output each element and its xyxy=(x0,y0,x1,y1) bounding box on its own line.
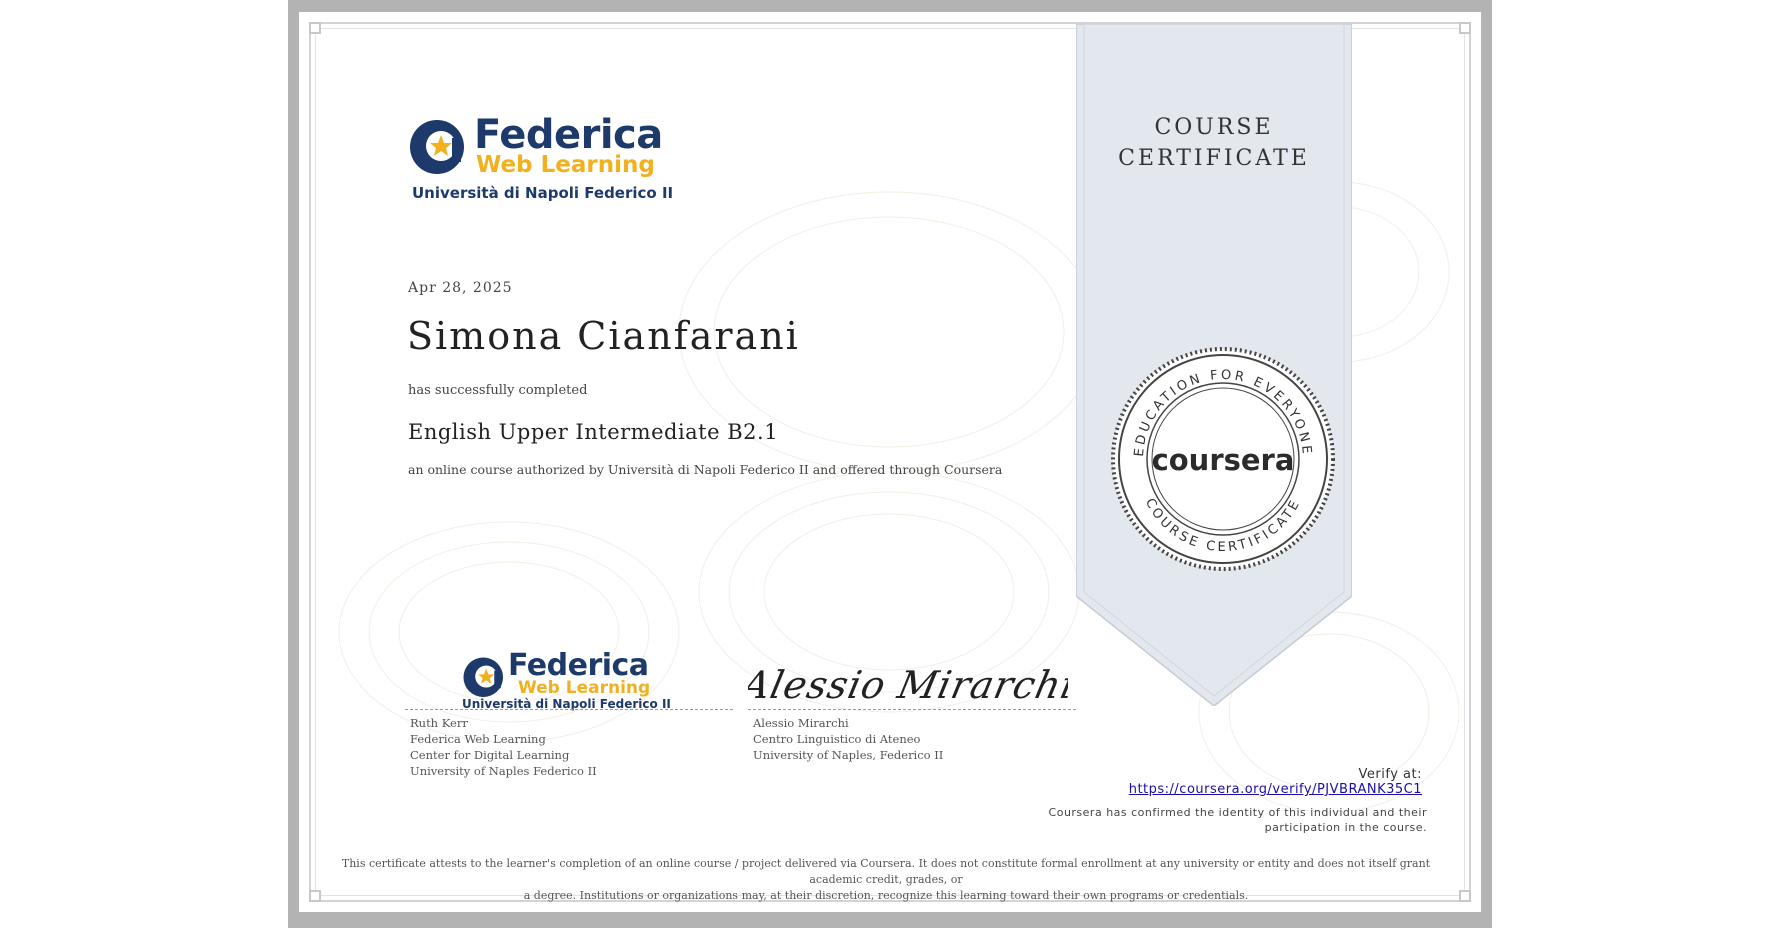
signature-line-2 xyxy=(748,709,1076,710)
corner-ornament xyxy=(309,22,321,34)
corner-ornament xyxy=(309,890,321,902)
signatory-1-line2: Federica Web Learning xyxy=(410,732,546,746)
verify-label: Verify at: xyxy=(1358,767,1422,782)
ribbon-title-line1: COURSE xyxy=(1154,115,1274,140)
disclaimer-line2: a degree. Institutions or organizations … xyxy=(523,889,1249,902)
signatory-1-name: Ruth Kerr xyxy=(410,716,468,730)
course-title: English Upper Intermediate B2.1 xyxy=(408,420,779,444)
confirm-line2: participation in the course. xyxy=(1264,821,1427,834)
coursera-seal: EDUCATION FOR EVERYONE COURSE CERTIFICAT… xyxy=(1111,347,1335,571)
completed-text: has successfully completed xyxy=(408,383,588,398)
federica-sub-brand: Web Learning xyxy=(476,152,655,178)
federica-at-icon xyxy=(410,120,464,174)
signatory-1: Ruth Kerr Federica Web Learning Center f… xyxy=(410,715,597,779)
corner-ornament xyxy=(1459,890,1471,902)
federica-at-icon xyxy=(463,657,504,698)
issue-date: Apr 28, 2025 xyxy=(408,280,513,296)
signatory-1-line3: Center for Digital Learning xyxy=(410,748,570,762)
signatory-2: Alessio Mirarchi Centro Linguistico di A… xyxy=(753,715,943,763)
signature-alessio-mirarchi: Alessio Mirarchi xyxy=(748,663,1068,708)
verify-link[interactable]: https://coursera.org/verify/PJVBRANK35C1 xyxy=(1129,782,1422,797)
disclaimer: This certificate attests to the learner'… xyxy=(330,856,1442,904)
signatory-2-line3: University of Naples, Federico II xyxy=(753,748,944,762)
seal-brand: coursera xyxy=(1152,443,1295,477)
signatory-2-name: Alessio Mirarchi xyxy=(753,716,849,730)
federica-sub-brand-small: Web Learning xyxy=(518,678,651,698)
signature-line-1 xyxy=(405,709,733,710)
ribbon-title: COURSE CERTIFICATE xyxy=(1076,112,1352,174)
federica-university: Università di Napoli Federico II xyxy=(412,184,674,202)
corner-ornament xyxy=(1459,22,1471,34)
confirm-line1: Coursera has confirmed the identity of t… xyxy=(1048,806,1427,819)
identity-confirmation: Coursera has confirmed the identity of t… xyxy=(1007,805,1427,835)
authorization-text: an online course authorized by Universit… xyxy=(408,462,1003,477)
ribbon-title-line2: CERTIFICATE xyxy=(1118,146,1310,171)
recipient-name: Simona Cianfarani xyxy=(407,314,800,358)
disclaimer-line1: This certificate attests to the learner'… xyxy=(341,857,1431,886)
signatory-2-line2: Centro Linguistico di Ateneo xyxy=(753,732,921,746)
signatory-1-line4: University of Naples Federico II xyxy=(410,764,597,778)
signature-text: Alessio Mirarchi xyxy=(748,663,1068,708)
